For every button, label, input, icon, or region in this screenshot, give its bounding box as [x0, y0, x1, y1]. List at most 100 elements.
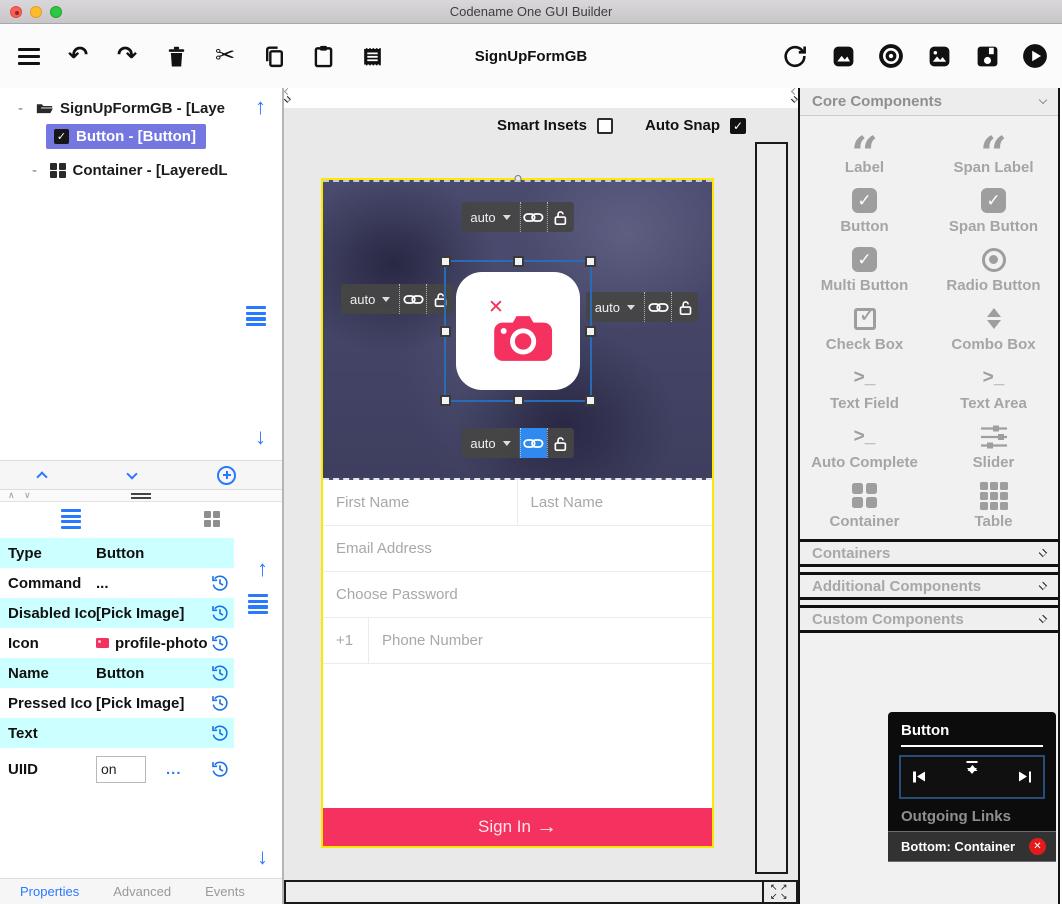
properties-menu-icon[interactable]: [248, 594, 268, 614]
inset-dropdown[interactable]: auto: [461, 436, 519, 451]
link-inset-icon-active[interactable]: [520, 428, 547, 458]
remove-link-icon[interactable]: ✕: [1029, 838, 1046, 855]
record-icon[interactable]: [878, 43, 904, 69]
history-icon[interactable]: [210, 694, 230, 712]
property-row-text[interactable]: Text: [0, 718, 234, 748]
inset-dropdown[interactable]: auto: [341, 292, 399, 307]
uiid-more-button[interactable]: ...: [166, 761, 182, 778]
zoom-window-button[interactable]: [50, 6, 62, 18]
resize-handle[interactable]: [585, 326, 596, 337]
tree-item-button-selected[interactable]: ✓ Button - [Button]: [46, 124, 206, 149]
section-core-components[interactable]: Core Components: [800, 88, 1058, 116]
tree-item-form[interactable]: - SignUpFormGB - [Laye: [18, 100, 225, 117]
palette-item-text-field[interactable]: >_ Text Field: [800, 358, 929, 417]
history-icon[interactable]: [210, 724, 230, 742]
hero-image-container[interactable]: auto auto auto auto: [323, 180, 712, 480]
property-row-name[interactable]: Name Button: [0, 658, 234, 688]
property-row-disabled-icon[interactable]: Disabled Ico [Pick Image]: [0, 598, 234, 628]
palette-item-span-button[interactable]: ✓ Span Button: [929, 181, 1058, 240]
palette-item-slider[interactable]: Slider: [929, 417, 1058, 476]
paste-icon[interactable]: [310, 43, 336, 69]
palette-item-label[interactable]: “ Label: [800, 122, 929, 181]
refresh-icon[interactable]: [782, 43, 808, 69]
palette-item-check-box[interactable]: Check Box: [800, 299, 929, 358]
property-row-uiid[interactable]: UIID ...: [0, 748, 234, 790]
inset-dropdown[interactable]: auto: [461, 210, 519, 225]
first-name-field[interactable]: First Name: [323, 480, 518, 525]
resize-handle[interactable]: [513, 256, 524, 267]
palette-item-combo-box[interactable]: Combo Box: [929, 299, 1058, 358]
resize-handle[interactable]: [585, 256, 596, 267]
palette-item-auto-complete[interactable]: >_ Auto Complete: [800, 417, 929, 476]
resize-handle[interactable]: [440, 256, 451, 267]
last-name-field[interactable]: Last Name: [518, 480, 713, 525]
tab-properties[interactable]: Properties: [20, 884, 79, 899]
resize-handle[interactable]: [440, 395, 451, 406]
tree-item-container[interactable]: - Container - [LayeredL: [32, 162, 228, 179]
move-down-icon[interactable]: [967, 774, 977, 792]
inset-dropdown[interactable]: auto: [586, 300, 644, 315]
form-preview[interactable]: auto auto auto auto: [321, 178, 714, 848]
play-icon[interactable]: [1022, 43, 1048, 69]
move-first-icon[interactable]: [913, 771, 925, 782]
palette-item-span-label[interactable]: “ Span Label: [929, 122, 1058, 181]
minimize-window-button[interactable]: [30, 6, 42, 18]
lock-inset-icon[interactable]: [671, 292, 698, 322]
undo-icon[interactable]: ↶: [65, 43, 91, 69]
delete-icon[interactable]: [163, 43, 189, 69]
move-property-up-icon[interactable]: ↑: [257, 558, 268, 580]
fullscreen-icon[interactable]: ↖↗↙↘: [762, 882, 796, 902]
history-icon[interactable]: [210, 760, 230, 778]
copy-icon[interactable]: [261, 43, 287, 69]
collapse-all-icon[interactable]: [36, 471, 47, 482]
resize-handle[interactable]: [513, 395, 524, 406]
auto-snap-checkbox[interactable]: ✓: [730, 118, 746, 134]
section-additional-components[interactable]: Additional Components: [800, 572, 1058, 600]
property-row-pressed-icon[interactable]: Pressed Ico [Pick Image]: [0, 688, 234, 718]
palette-item-radio-button[interactable]: Radio Button: [929, 240, 1058, 299]
canvas-horizontal-scrollbar[interactable]: ↖↗↙↘: [284, 880, 798, 904]
smart-insets-checkbox[interactable]: [597, 118, 613, 134]
section-containers[interactable]: Containers: [800, 539, 1058, 567]
tree-menu-icon[interactable]: [246, 306, 266, 326]
theme-image-icon[interactable]: [830, 43, 856, 69]
profile-photo-button[interactable]: ✕: [456, 272, 580, 390]
splitter-down-icon[interactable]: ∨: [24, 490, 31, 501]
palette-item-container[interactable]: Container: [800, 476, 929, 535]
palette-item-table[interactable]: Table: [929, 476, 1058, 535]
redo-icon[interactable]: ↷: [114, 43, 140, 69]
image-icon[interactable]: [926, 43, 952, 69]
link-inset-icon[interactable]: [399, 284, 426, 314]
notes-icon[interactable]: [359, 43, 385, 69]
resize-handle[interactable]: [585, 395, 596, 406]
menu-icon[interactable]: [16, 43, 42, 69]
splitter-collapse-icons[interactable]: [285, 89, 290, 102]
move-property-down-icon[interactable]: ↓: [257, 846, 268, 868]
grid-view-icon[interactable]: [204, 511, 220, 527]
history-icon[interactable]: [210, 664, 230, 682]
link-inset-icon[interactable]: [520, 202, 547, 232]
lock-inset-icon[interactable]: [547, 428, 574, 458]
uiid-input[interactable]: [96, 756, 146, 783]
phone-prefix[interactable]: +1: [323, 618, 369, 663]
design-canvas[interactable]: Smart Insets Auto Snap ✓ auto: [284, 108, 798, 880]
history-icon[interactable]: [210, 604, 230, 622]
phone-field[interactable]: Phone Number: [369, 618, 712, 663]
outgoing-link-row[interactable]: Bottom: Container ✕: [888, 831, 1056, 862]
property-row-command[interactable]: Command ...: [0, 568, 234, 598]
collapse-toggle[interactable]: -: [18, 100, 23, 117]
email-field[interactable]: Email Address: [323, 526, 712, 572]
password-field[interactable]: Choose Password: [323, 572, 712, 618]
property-row-type[interactable]: Type Button: [0, 538, 234, 568]
close-window-button[interactable]: [10, 6, 22, 18]
sign-in-button[interactable]: Sign In →: [323, 808, 712, 846]
move-last-icon[interactable]: [1019, 771, 1031, 782]
history-icon[interactable]: [210, 574, 230, 592]
expand-all-icon[interactable]: [126, 468, 137, 479]
palette-item-text-area[interactable]: >_ Text Area: [929, 358, 1058, 417]
list-view-icon[interactable]: [61, 509, 81, 529]
section-custom-components[interactable]: Custom Components: [800, 605, 1058, 633]
history-icon[interactable]: [210, 634, 230, 652]
collapse-toggle[interactable]: -: [32, 162, 37, 179]
link-inset-icon[interactable]: [644, 292, 671, 322]
